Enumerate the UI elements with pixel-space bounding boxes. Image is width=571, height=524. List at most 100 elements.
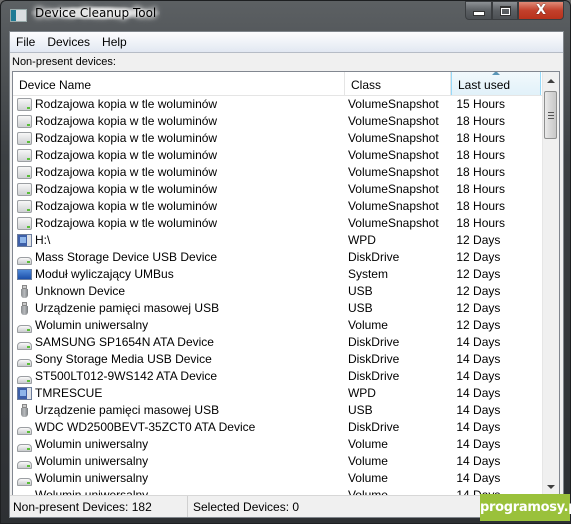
- grip-line: [548, 118, 554, 119]
- device-name-cell: Wolumin uniwersalny: [13, 470, 344, 487]
- device-last-used: 12 Days: [456, 301, 501, 315]
- column-class-label: Class: [351, 78, 382, 92]
- device-class: VolumeSnapshot: [347, 114, 439, 128]
- window-controls: X: [465, 1, 564, 21]
- title-bar[interactable]: Device Cleanup Tool X: [1, 1, 570, 29]
- table-row[interactable]: SAMSUNG SP1654N ATA Device DiskDrive 14 …: [13, 334, 543, 351]
- table-row[interactable]: Unknown Device USB 12 Days: [13, 283, 543, 300]
- menu-file[interactable]: File: [10, 32, 41, 52]
- table-row[interactable]: ST500LT012-9WS142 ATA Device DiskDrive 1…: [13, 368, 543, 385]
- column-last-used[interactable]: Last used: [451, 72, 541, 95]
- table-row[interactable]: Wolumin uniwersalny Volume 12 Days: [13, 317, 543, 334]
- volume-snapshot-icon: [17, 115, 32, 128]
- device-name: WDC WD2500BEVT-35ZCT0 ATA Device: [35, 420, 256, 434]
- device-class: DiskDrive: [347, 369, 400, 383]
- device-name: Urządzenie pamięci masowej USB: [35, 301, 220, 315]
- minimize-button[interactable]: [465, 1, 492, 20]
- device-name-cell: Unknown Device: [13, 283, 344, 300]
- menu-help[interactable]: Help: [96, 32, 133, 52]
- table-row[interactable]: Wolumin uniwersalny Volume 14 Days: [13, 453, 543, 470]
- device-last-used: 12 Days: [456, 250, 501, 264]
- device-name: Mass Storage Device USB Device: [35, 250, 218, 264]
- device-name: Rodzajowa kopia w tle woluminów: [35, 148, 218, 162]
- scroll-thumb[interactable]: [544, 91, 557, 139]
- close-button[interactable]: X: [518, 1, 564, 20]
- column-device-name[interactable]: Device Name: [13, 72, 345, 95]
- device-name-cell: Urządzenie pamięci masowej USB: [13, 300, 344, 317]
- device-name: Wolumin uniwersalny: [35, 454, 149, 468]
- table-row[interactable]: Moduł wyliczający UMBus System 12 Days: [13, 266, 543, 283]
- volume-snapshot-icon: [17, 217, 32, 230]
- watermark-badge: programosy.pl: [480, 494, 571, 521]
- device-name-cell: Rodzajowa kopia w tle woluminów: [13, 181, 344, 198]
- maximize-icon: [499, 5, 511, 16]
- device-class: DiskDrive: [347, 250, 400, 264]
- list-header: Device Name Class Last used: [13, 72, 543, 96]
- table-row[interactable]: Urządzenie pamięci masowej USB USB 12 Da…: [13, 300, 543, 317]
- device-last-used: 14 Days: [456, 471, 501, 485]
- disk-drive-icon: [17, 460, 32, 469]
- device-name: Rodzajowa kopia w tle woluminów: [35, 199, 218, 213]
- app-window: Device Cleanup Tool X File Devices Help …: [0, 0, 571, 524]
- window-title: Device Cleanup Tool: [31, 6, 161, 20]
- table-row[interactable]: Rodzajowa kopia w tle woluminów VolumeSn…: [13, 215, 543, 232]
- device-class: VolumeSnapshot: [347, 97, 439, 111]
- arrow-down-icon: [547, 484, 555, 489]
- maximize-button[interactable]: [492, 1, 518, 20]
- device-class: USB: [347, 301, 373, 315]
- device-name: Rodzajowa kopia w tle woluminów: [35, 182, 218, 196]
- disk-drive-icon: [17, 443, 32, 452]
- disk-drive-icon: [17, 341, 32, 350]
- device-class: Volume: [347, 471, 388, 485]
- table-row[interactable]: WDC WD2500BEVT-35ZCT0 ATA Device DiskDri…: [13, 419, 543, 436]
- menu-devices[interactable]: Devices: [41, 32, 96, 52]
- device-name-cell: WDC WD2500BEVT-35ZCT0 ATA Device: [13, 419, 344, 436]
- device-class: System: [347, 267, 388, 281]
- disk-drive-icon: [17, 426, 32, 435]
- portable-device-icon: [17, 234, 32, 247]
- device-name-cell: Rodzajowa kopia w tle woluminów: [13, 113, 344, 130]
- disk-drive-icon: [17, 324, 32, 333]
- device-name-cell: Wolumin uniwersalny: [13, 436, 344, 453]
- table-row[interactable]: Rodzajowa kopia w tle woluminów VolumeSn…: [13, 130, 543, 147]
- device-name: Rodzajowa kopia w tle woluminów: [35, 216, 218, 230]
- table-row[interactable]: Rodzajowa kopia w tle woluminów VolumeSn…: [13, 198, 543, 215]
- table-row[interactable]: Rodzajowa kopia w tle woluminów VolumeSn…: [13, 147, 543, 164]
- usb-icon: [17, 285, 32, 298]
- device-last-used: 14 Days: [456, 420, 501, 434]
- table-row[interactable]: TMRESCUE WPD 14 Days: [13, 385, 543, 402]
- device-name: Moduł wyliczający UMBus: [35, 267, 174, 281]
- menu-bar: File Devices Help: [10, 32, 563, 53]
- device-name: SAMSUNG SP1654N ATA Device: [35, 335, 214, 349]
- device-class: VolumeSnapshot: [347, 199, 439, 213]
- device-name: Rodzajowa kopia w tle woluminów: [35, 165, 218, 179]
- volume-snapshot-icon: [17, 132, 32, 145]
- device-name: Wolumin uniwersalny: [35, 318, 149, 332]
- device-name-cell: Wolumin uniwersalny: [13, 453, 344, 470]
- device-list[interactable]: Device Name Class Last used Rodzajowa ko…: [12, 71, 560, 496]
- volume-snapshot-icon: [17, 98, 32, 111]
- device-name: ST500LT012-9WS142 ATA Device: [35, 369, 218, 383]
- scroll-up-button[interactable]: [543, 72, 559, 89]
- table-row[interactable]: Rodzajowa kopia w tle woluminów VolumeSn…: [13, 181, 543, 198]
- table-row[interactable]: Urządzenie pamięci masowej USB USB 14 Da…: [13, 402, 543, 419]
- scroll-down-button[interactable]: [543, 478, 559, 495]
- device-class: DiskDrive: [347, 335, 400, 349]
- table-row[interactable]: Sony Storage Media USB Device DiskDrive …: [13, 351, 543, 368]
- table-row[interactable]: Rodzajowa kopia w tle woluminów VolumeSn…: [13, 164, 543, 181]
- table-row[interactable]: Wolumin uniwersalny Volume 14 Days: [13, 470, 543, 487]
- table-row[interactable]: Rodzajowa kopia w tle woluminów VolumeSn…: [13, 113, 543, 130]
- column-class[interactable]: Class: [345, 72, 451, 95]
- vertical-scrollbar[interactable]: [542, 72, 559, 495]
- table-row[interactable]: Wolumin uniwersalny Volume 14 Days: [13, 436, 543, 453]
- device-class: DiskDrive: [347, 420, 400, 434]
- device-class: VolumeSnapshot: [347, 148, 439, 162]
- device-name-cell: Rodzajowa kopia w tle woluminów: [13, 147, 344, 164]
- device-name: Rodzajowa kopia w tle woluminów: [35, 114, 218, 128]
- table-row[interactable]: Rodzajowa kopia w tle woluminów VolumeSn…: [13, 96, 543, 113]
- column-last-used-label: Last used: [458, 78, 511, 92]
- list-rows: Rodzajowa kopia w tle woluminów VolumeSn…: [13, 96, 543, 495]
- table-row[interactable]: Mass Storage Device USB Device DiskDrive…: [13, 249, 543, 266]
- table-row[interactable]: H:\ WPD 12 Days: [13, 232, 543, 249]
- device-name-cell: Rodzajowa kopia w tle woluminów: [13, 96, 344, 113]
